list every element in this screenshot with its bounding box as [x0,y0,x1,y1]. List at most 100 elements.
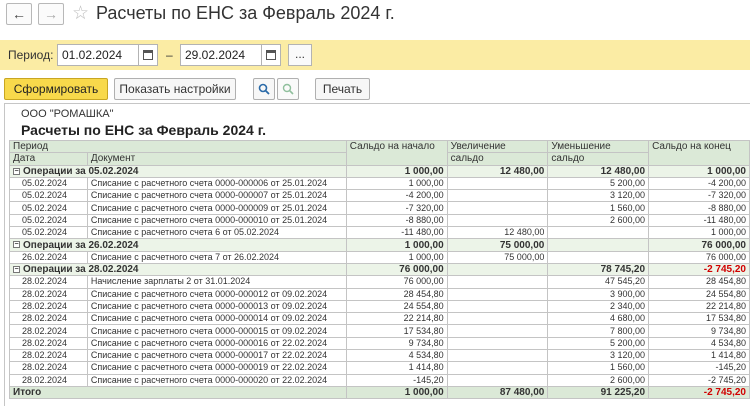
row-document[interactable]: Списание с расчетного счета 0000-000014 … [86,312,347,326]
row-document[interactable]: Списание с расчетного счета 0000-000017 … [86,349,347,363]
table-row[interactable]: 05.02.2024 Списание с расчетного счета 6 … [9,226,750,240]
group-row[interactable]: − Операции за 28.02.2024 76 000,00 78 745,2… [9,262,750,277]
date-to-field[interactable]: 29.02.2024 [180,44,262,66]
row-document[interactable]: Списание с расчетного счета 0000-000020 … [86,373,347,387]
table-row[interactable]: 28.02.2024 Списание с расчетного счета 00… [9,299,750,314]
row-closing: -7 320,00 [648,189,750,203]
collapse-toggle-icon[interactable]: − [13,265,20,273]
date-from-calendar-button[interactable] [138,44,158,66]
table-row[interactable]: 05.02.2024 Списание с расчетного счета 00… [9,201,750,215]
group-opening: 1 000,00 [345,238,448,252]
print-button[interactable]: Печать [315,78,370,100]
favorite-star-icon[interactable]: ☆ [72,2,89,25]
row-decrease: 3 120,00 [547,349,650,363]
row-increase [446,373,549,387]
row-closing: 9 734,80 [648,324,750,338]
row-decrease: 4 680,00 [547,312,650,326]
row-date: 28.02.2024 [9,361,88,375]
row-opening: 24 554,80 [345,299,448,314]
forward-button[interactable]: → [38,3,64,25]
search-button[interactable] [253,78,275,100]
group-label-cell: − Операции за 26.02.2024 [9,238,347,252]
table-row[interactable]: 28.02.2024 Списание с расчетного счета 00… [9,361,750,375]
row-opening: 76 000,00 [345,275,448,289]
arrow-right-icon: → [44,6,58,22]
header-decrease: Уменьшение [547,139,650,154]
row-document[interactable]: Списание с расчетного счета 0000-000013 … [86,299,347,314]
row-document[interactable]: Начисление зарплаты 2 от 31.01.2024 [86,275,347,289]
row-opening: -8 880,00 [345,213,448,228]
header-date: Дата [9,152,88,166]
header-closing: Сальдо на конец [648,140,750,166]
row-document[interactable]: Списание с расчетного счета 6 от 05.02.2… [86,226,347,240]
title-bar: ← → ☆ Расчеты по ЕНС за Февраль 2024 г. [0,0,750,34]
table-row[interactable]: 05.02.2024 Списание с расчетного счета 00… [9,176,750,191]
row-date: 28.02.2024 [9,373,88,387]
table-row[interactable]: 28.02.2024 Списание с расчетного счета 00… [9,312,750,326]
arrow-left-icon: ← [12,6,26,22]
row-document[interactable]: Списание с расчетного счета 7 от 26.02.2… [86,250,347,264]
group-label: Операции за 26.02.2024 [23,239,139,251]
show-settings-button[interactable]: Показать настройки [114,78,236,100]
row-document[interactable]: Списание с расчетного счета 0000-000012 … [86,287,347,301]
table-row[interactable]: 28.02.2024 Списание с расчетного счета 00… [9,373,750,387]
table-row[interactable]: 05.02.2024 Списание с расчетного счета 00… [9,189,750,203]
row-date: 05.02.2024 [9,213,88,228]
row-closing: 24 554,80 [648,287,750,301]
row-increase [446,201,549,215]
header-opening: Сальдо на начало [345,140,448,166]
period-select-button[interactable]: ... [288,44,312,66]
header-increase: Увеличение [446,139,549,154]
row-opening: -145,20 [345,373,448,387]
table-row[interactable]: 28.02.2024 Списание с расчетного счета 00… [9,349,750,363]
row-closing: -4 200,00 [648,176,750,191]
total-increase: 87 480,00 [446,385,549,400]
search-clear-button[interactable] [277,78,299,100]
row-closing: 22 214,80 [648,299,750,314]
row-document[interactable]: Списание с расчетного счета 0000-000009 … [86,201,347,215]
row-decrease: 2 600,00 [547,213,650,228]
row-document[interactable]: Списание с расчетного счета 0000-000010 … [86,213,347,228]
table-row[interactable]: 28.02.2024 Начисление зарплаты 2 от 31.01… [9,275,750,289]
row-opening: 22 214,80 [345,312,448,326]
row-increase [446,312,549,326]
row-document[interactable]: Списание с расчетного счета 0000-000006 … [86,176,347,191]
row-date: 28.02.2024 [9,324,88,338]
generate-button[interactable]: Сформировать [4,78,108,100]
calendar-icon [143,50,153,60]
table-row[interactable]: 26.02.2024 Списание с расчетного счета 7 … [9,250,750,264]
row-opening: -7 320,00 [345,201,448,215]
date-to-calendar-button[interactable] [261,44,281,66]
row-closing: 1 000,00 [648,226,750,240]
group-increase: 12 480,00 [446,164,549,178]
row-document[interactable]: Списание с расчетного счета 0000-000016 … [86,336,347,351]
table-row[interactable]: 28.02.2024 Списание с расчетного счета 00… [9,287,750,301]
total-row: Итого 1 000,00 87 480,00 91 225,20 -2 74… [9,385,750,400]
total-closing: -2 745,20 [648,385,750,400]
row-date: 05.02.2024 [9,201,88,215]
group-row[interactable]: − Операции за 05.02.2024 1 000,00 12 480,00… [9,164,750,178]
row-date: 28.02.2024 [9,312,88,326]
group-row[interactable]: − Операции за 26.02.2024 1 000,00 75 000,00… [9,238,750,252]
row-date: 28.02.2024 [9,275,88,289]
row-document[interactable]: Списание с расчетного счета 0000-000015 … [86,324,347,338]
table-row[interactable]: 05.02.2024 Списание с расчетного счета 00… [9,213,750,228]
row-increase: 75 000,00 [446,250,549,264]
row-increase [446,324,549,338]
back-button[interactable]: ← [6,3,32,25]
row-decrease: 5 200,00 [547,336,650,351]
header-decrease-2: сальдо [547,152,650,166]
row-document[interactable]: Списание с расчетного счета 0000-000007 … [86,189,347,203]
row-increase [446,336,549,351]
collapse-toggle-icon[interactable]: − [13,167,20,175]
group-increase [446,262,549,277]
date-from-field[interactable]: 01.02.2024 [57,44,139,66]
group-increase: 75 000,00 [446,238,549,252]
collapse-toggle-icon[interactable]: − [13,241,20,249]
row-closing: 1 414,80 [648,349,750,363]
params-bar: Период: 01.02.2024 – 29.02.2024 ... [0,40,750,70]
row-document[interactable]: Списание с расчетного счета 0000-000019 … [86,361,347,375]
table-row[interactable]: 28.02.2024 Списание с расчетного счета 00… [9,336,750,351]
table-row[interactable]: 28.02.2024 Списание с расчетного счета 00… [9,324,750,338]
row-increase: 12 480,00 [446,226,549,240]
